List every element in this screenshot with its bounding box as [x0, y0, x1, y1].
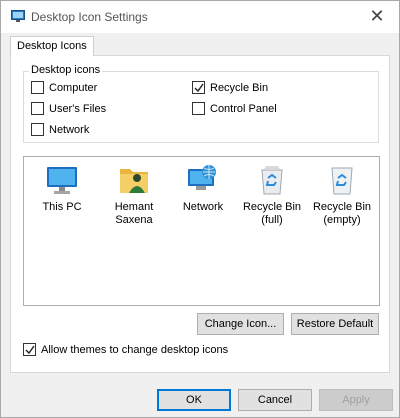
- monitor-icon: [47, 167, 77, 194]
- checkbox-box[interactable]: [31, 123, 44, 136]
- checkbox-label: Recycle Bin: [210, 81, 269, 94]
- checkbox-box[interactable]: [31, 81, 44, 94]
- change-icon-button[interactable]: Change Icon...: [197, 313, 284, 335]
- cancel-button[interactable]: Cancel: [238, 389, 312, 411]
- checkbox-box[interactable]: [192, 81, 205, 94]
- tab-desktop-icons[interactable]: Desktop Icons: [10, 36, 94, 56]
- checkbox-box[interactable]: [192, 102, 205, 115]
- icon-item-recycle-bin-full[interactable]: Recycle Bin (full): [236, 163, 308, 227]
- icon-label: Recycle Bin (full): [242, 201, 302, 226]
- control-panel-checkbox[interactable]: Control Panel: [192, 102, 277, 115]
- computer-checkbox[interactable]: Computer: [31, 81, 97, 94]
- checkbox-label: Control Panel: [210, 102, 277, 115]
- title-bar[interactable]: Desktop Icon Settings ✕: [1, 1, 399, 33]
- restore-default-button[interactable]: Restore Default: [291, 313, 379, 335]
- checkmark-icon: [25, 345, 35, 354]
- checkbox-label: Allow themes to change desktop icons: [41, 343, 229, 356]
- icon-item-recycle-bin-empty[interactable]: Recycle Bin (empty): [306, 163, 378, 227]
- icon-item-this-pc[interactable]: This PC: [26, 163, 98, 214]
- checkbox-box[interactable]: [31, 102, 44, 115]
- icon-label: Recycle Bin (empty): [312, 201, 372, 226]
- user-folder-icon: [120, 169, 148, 193]
- icon-item-user-folder[interactable]: Hemant Saxena: [98, 163, 170, 227]
- users-files-checkbox[interactable]: User's Files: [31, 102, 106, 115]
- checkbox-label: User's Files: [49, 102, 107, 115]
- allow-themes-checkbox[interactable]: Allow themes to change desktop icons: [23, 343, 228, 356]
- checkbox-label: Network: [49, 123, 90, 136]
- icon-label: This PC: [42, 201, 82, 213]
- apply-button[interactable]: Apply: [319, 389, 393, 411]
- recycle-bin-full-icon: [261, 166, 283, 195]
- network-globe-icon: [188, 165, 216, 190]
- icon-item-network[interactable]: Network: [167, 163, 239, 214]
- ok-button[interactable]: OK: [157, 389, 231, 411]
- checkbox-label: Computer: [49, 81, 98, 94]
- tab-panel: Desktop icons Computer Recycle Bin User'…: [10, 55, 390, 373]
- desktop-icons-group: Desktop icons Computer Recycle Bin User'…: [23, 64, 379, 143]
- network-checkbox[interactable]: Network: [31, 123, 89, 136]
- checkbox-box[interactable]: [23, 343, 36, 356]
- icon-label: Network: [182, 201, 224, 213]
- dialog-window: Desktop Icon Settings ✕ Desktop Icons De…: [0, 0, 400, 418]
- close-icon[interactable]: ✕: [355, 1, 399, 31]
- app-icon: [11, 10, 25, 22]
- group-legend: Desktop icons: [29, 64, 103, 76]
- recycle-bin-empty-icon: [331, 167, 353, 195]
- recycle-bin-checkbox[interactable]: Recycle Bin: [192, 81, 268, 94]
- window-title: Desktop Icon Settings: [31, 10, 148, 24]
- icon-list: This PC Hemant Saxena Network Recycle Bi…: [23, 156, 380, 306]
- icon-label: Hemant Saxena: [114, 201, 154, 226]
- checkmark-icon: [194, 83, 204, 92]
